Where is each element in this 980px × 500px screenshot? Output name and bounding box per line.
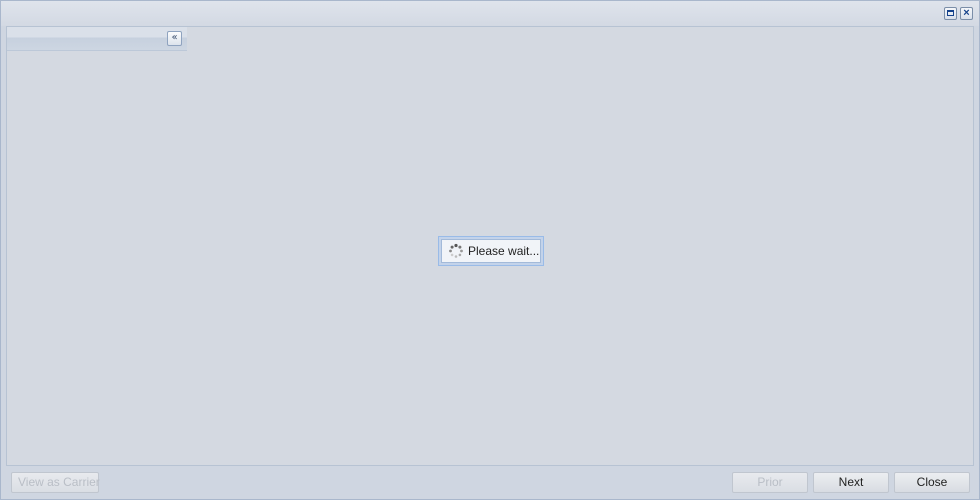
prior-button[interactable]: Prior xyxy=(732,472,808,493)
content-area: « Please wait... xyxy=(6,26,974,466)
view-as-carrier-button[interactable]: View as Carrier xyxy=(11,472,100,493)
spinner-icon xyxy=(449,243,463,258)
double-chevron-left-icon[interactable]: « xyxy=(167,31,182,46)
next-button[interactable]: Next xyxy=(813,472,889,493)
close-icon[interactable]: × xyxy=(960,7,973,20)
maximize-icon[interactable] xyxy=(944,7,957,20)
loading-message: Please wait... xyxy=(468,244,540,258)
dialog-window: × « Please wait... View as Carrier Prior… xyxy=(0,0,980,500)
title-bar: × xyxy=(1,1,979,26)
loading-box: Please wait... xyxy=(441,239,541,263)
footer-toolbar: View as Carrier Prior Next Close xyxy=(1,467,979,499)
close-button[interactable]: Close xyxy=(894,472,970,493)
side-panel-header: « xyxy=(7,27,187,51)
loading-mask: Please wait... xyxy=(438,236,544,266)
